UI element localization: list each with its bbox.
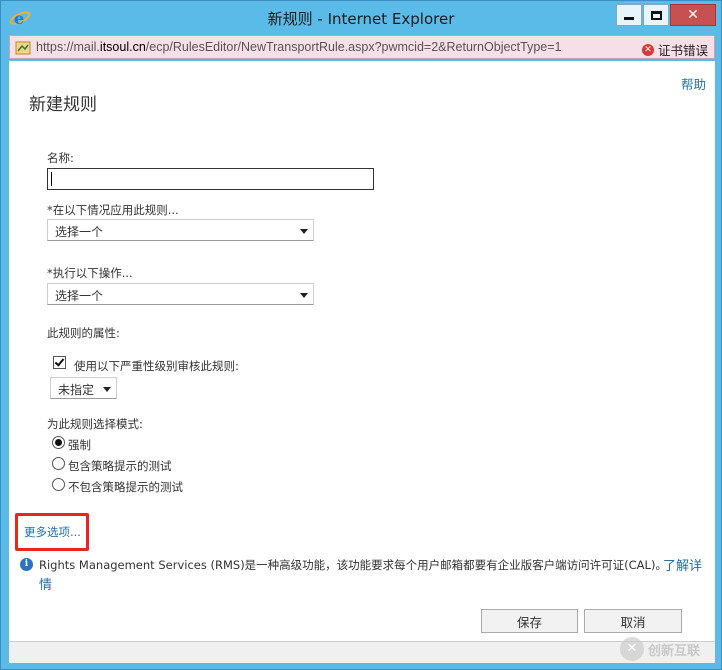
action-select-value: 选择一个 (55, 289, 104, 303)
close-button[interactable]: ✕ (670, 4, 716, 26)
address-url[interactable]: https://mail.itsoul.cn/ecp/RulesEditor/N… (36, 40, 562, 54)
info-icon: i (20, 558, 33, 571)
watermark: ✕ 创新互联 (620, 630, 720, 668)
page-title: 新建规则 (29, 95, 97, 115)
name-label: 名称: (47, 151, 74, 165)
radio-selected-dot (55, 439, 62, 446)
mode-label: 为此规则选择模式: (47, 417, 143, 431)
mode-radio-enforce[interactable] (52, 436, 65, 449)
error-icon: ✕ (641, 43, 654, 56)
audit-checkbox[interactable] (53, 356, 66, 369)
condition-select[interactable]: 选择一个 (47, 219, 314, 241)
address-bar[interactable]: https://mail.itsoul.cn/ecp/RulesEditor/N… (9, 35, 715, 59)
name-input[interactable] (47, 168, 374, 190)
condition-select-value: 选择一个 (55, 225, 104, 239)
text-caret (51, 172, 52, 186)
certificate-error-label: 证书错误 (657, 43, 708, 58)
more-options-highlight: 更多选项... (15, 513, 89, 551)
condition-label: *在以下情况应用此规则... (47, 203, 179, 217)
checkmark-icon (54, 356, 65, 367)
mode-radio-test-without-tips-label: 不包含策略提示的测试 (68, 480, 183, 494)
window-title: 新规则 - Internet Explorer (267, 10, 455, 28)
address-url-prefix: https://mail. (36, 40, 100, 54)
learn-more-link[interactable]: 了解详 (663, 555, 702, 574)
severity-select-value: 未指定 (58, 383, 95, 397)
save-button[interactable]: 保存 (481, 609, 578, 633)
severity-select[interactable]: 未指定 (50, 377, 117, 399)
action-select[interactable]: 选择一个 (47, 283, 314, 305)
maximize-icon (650, 10, 662, 20)
mode-radio-test-with-tips[interactable] (52, 457, 65, 470)
rms-info-text: Rights Management Services (RMS)是一种高级功能，… (39, 558, 667, 572)
learn-more-link-continued[interactable]: 情 (39, 574, 52, 593)
address-url-host: itsoul.cn (99, 40, 146, 54)
chevron-down-icon (300, 293, 308, 298)
audit-checkbox-label: 使用以下严重性级别审核此规则: (74, 359, 239, 373)
minimize-button[interactable] (616, 4, 642, 26)
properties-label: 此规则的属性: (47, 326, 120, 340)
page-content: 帮助 新建规则 名称: *在以下情况应用此规则... 选择一个 *执行以下操作.… (9, 61, 715, 641)
action-label: *执行以下操作... (47, 266, 133, 280)
mode-radio-enforce-label: 强制 (68, 438, 91, 452)
page-icon (15, 40, 31, 55)
watermark-text: 创新互联 (648, 643, 701, 659)
certificate-error[interactable]: ✕ 证书错误 (641, 40, 708, 59)
minimize-icon (624, 16, 634, 20)
mode-radio-test-with-tips-label: 包含策略提示的测试 (68, 459, 172, 473)
watermark-logo-icon: ✕ (620, 637, 644, 661)
help-link[interactable]: 帮助 (681, 74, 706, 93)
more-options-link[interactable]: 更多选项... (24, 524, 81, 540)
title-bar: e 新规则 - Internet Explorer ✕ (1, 1, 721, 35)
ie-window: e 新规则 - Internet Explorer ✕ https://mail… (0, 0, 722, 670)
chevron-down-icon (103, 387, 111, 392)
status-bar (9, 641, 715, 663)
close-icon: ✕ (687, 7, 699, 23)
chevron-down-icon (300, 229, 308, 234)
mode-radio-test-without-tips[interactable] (52, 478, 65, 491)
maximize-button[interactable] (643, 4, 669, 26)
address-url-path: /ecp/RulesEditor/NewTransportRule.aspx?p… (145, 40, 562, 54)
